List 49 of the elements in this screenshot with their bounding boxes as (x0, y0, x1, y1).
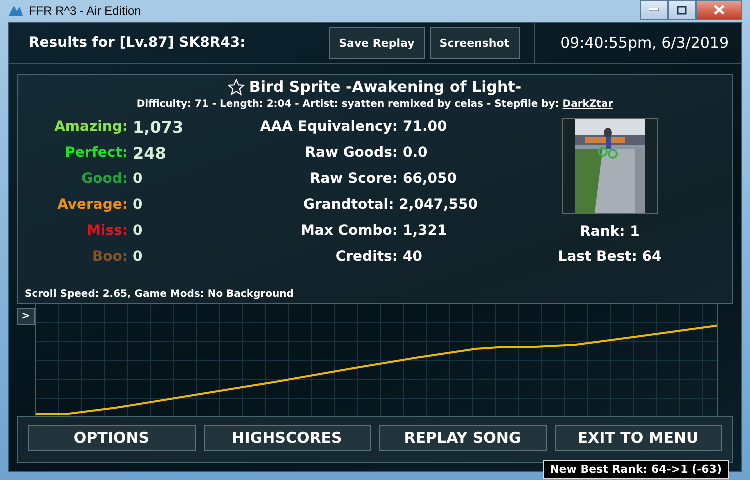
judgement-value: 0 (133, 197, 143, 213)
close-button[interactable] (696, 0, 742, 20)
header-button[interactable]: Save Replay (329, 27, 425, 59)
judgement-value: 0 (133, 171, 143, 187)
song-details: Difficulty: 71 - Length: 2:04 - Artist: syatten remixed by celas - Stepfile by: (136, 99, 560, 110)
stat-label: Raw Score: (308, 171, 399, 187)
stat-value: 66,050 (403, 171, 458, 187)
last-best-text: Last Best: 64 (558, 249, 662, 265)
header-button[interactable]: Screenshot (430, 27, 520, 59)
stat-value: 71.00 (403, 119, 448, 135)
nav-button[interactable]: REPLAY SONG (379, 425, 546, 451)
star-icon[interactable] (228, 78, 246, 96)
stat-label: AAA Equivalency: (259, 119, 399, 135)
judgement-label: Amazing: (54, 119, 129, 135)
timestamp: 09:40:55pm, 6/3/2019 (534, 23, 741, 63)
nav-button[interactable]: EXIT TO MENU (554, 425, 722, 451)
close-icon (714, 5, 724, 15)
stat-label: Credits: (334, 249, 399, 265)
stat-label: Raw Goods: (304, 145, 399, 161)
stat-value: 2,047,550 (399, 197, 478, 213)
judgement-value: 0 (133, 249, 143, 265)
results-title: Results for [Lv.87] SK8R43: (29, 35, 247, 51)
judgement-label: Average: (56, 197, 129, 213)
judgement-label: Miss: (86, 223, 129, 239)
window-title: FFR R^3 - Air Edition (29, 4, 142, 18)
judgement-value: 1,073 (133, 118, 184, 136)
judgement-value: 248 (133, 144, 166, 162)
stat-label: Max Combo: (300, 223, 399, 239)
judgement-label: Good: (80, 171, 129, 187)
maximize-button[interactable] (668, 0, 696, 20)
stepfile-author-link[interactable]: DarkZtar (562, 99, 614, 110)
song-title: Bird Sprite -Awakening of Light- (249, 78, 522, 96)
settings-text: Scroll Speed: 2.65, Game Mods: No Background (24, 289, 295, 300)
minimize-icon (649, 8, 659, 12)
expand-toggle-button[interactable]: > (17, 308, 35, 325)
nav-button[interactable]: OPTIONS (28, 425, 196, 451)
judgement-value: 0 (133, 223, 143, 239)
judgement-label: Perfect: (64, 145, 129, 161)
stat-label: Grandtotal: (302, 197, 396, 213)
app-icon (8, 4, 24, 18)
maximize-icon (677, 6, 687, 14)
rank-text: Rank: 1 (580, 224, 640, 240)
stat-value: 1,321 (403, 223, 448, 239)
nav-button[interactable]: HIGHSCORES (204, 425, 371, 451)
judgement-label: Boo: (91, 249, 129, 265)
stat-value: 40 (403, 249, 422, 265)
stat-value: 0.0 (403, 145, 428, 161)
tooltip: New Best Rank: 64->1 (-63) (543, 460, 729, 479)
minimize-button[interactable] (640, 0, 668, 20)
